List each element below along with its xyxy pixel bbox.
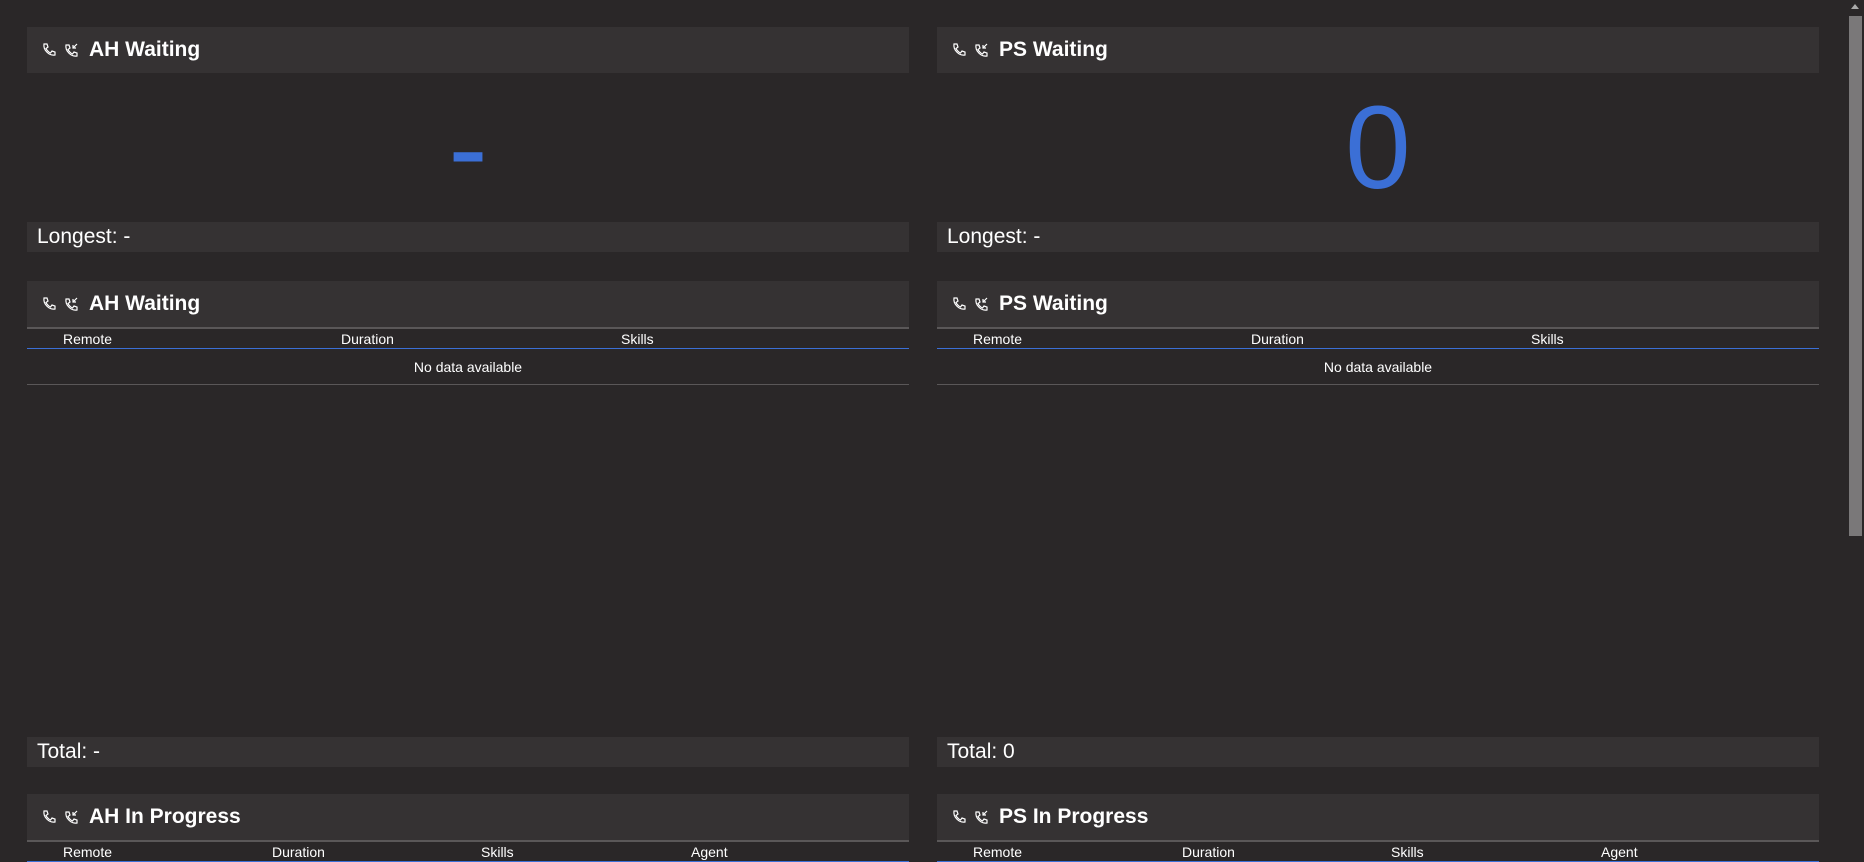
column-header-remote[interactable]: Remote — [63, 331, 112, 347]
column-header-skills[interactable]: Skills — [621, 331, 654, 347]
ah-waiting-stat-panel: AH Waiting - Longest: - — [27, 27, 909, 252]
stat-value: - — [448, 81, 488, 214]
column-header-duration[interactable]: Duration — [341, 331, 394, 347]
column-header-remote[interactable]: Remote — [973, 331, 1022, 347]
panel-title: AH Waiting — [89, 38, 201, 61]
panel-header: PS Waiting — [937, 27, 1819, 73]
column-header-remote[interactable]: Remote — [63, 844, 112, 860]
column-header-skills[interactable]: Skills — [1531, 331, 1564, 347]
phone-icon — [41, 42, 57, 58]
phone-icon — [41, 296, 57, 312]
column-header-remote[interactable]: Remote — [973, 844, 1022, 860]
total-label: Total: - — [27, 737, 909, 767]
panel-title: AH Waiting — [89, 292, 201, 315]
ps-in-progress-panel: PS In Progress Remote Duration Skills Ag… — [937, 794, 1819, 862]
column-header-agent[interactable]: Agent — [1601, 844, 1638, 860]
phone-incoming-icon — [973, 42, 989, 58]
phone-incoming-icon — [63, 296, 79, 312]
table-header: Remote Duration Skills — [27, 327, 909, 349]
column-header-skills[interactable]: Skills — [1391, 844, 1424, 860]
panel-header: AH Waiting — [27, 281, 909, 327]
column-header-duration[interactable]: Duration — [1251, 331, 1304, 347]
panel-title: PS Waiting — [999, 292, 1108, 315]
scrollbar-thumb[interactable] — [1849, 16, 1862, 536]
table-header: Remote Duration Skills Agent — [937, 840, 1819, 862]
phone-icon — [951, 296, 967, 312]
longest-label: Longest: - — [27, 222, 909, 252]
phone-incoming-icon — [973, 296, 989, 312]
phone-icon — [951, 42, 967, 58]
column-header-duration[interactable]: Duration — [272, 844, 325, 860]
phone-icon — [951, 809, 967, 825]
phone-incoming-icon — [63, 42, 79, 58]
ah-waiting-table-panel: AH Waiting Remote Duration Skills No dat… — [27, 281, 909, 767]
panel-title: PS Waiting — [999, 38, 1108, 61]
panel-title: PS In Progress — [999, 805, 1149, 828]
scroll-up-arrow-icon[interactable] — [1851, 4, 1859, 9]
panel-header: PS Waiting — [937, 281, 1819, 327]
ps-waiting-table-panel: PS Waiting Remote Duration Skills No dat… — [937, 281, 1819, 767]
panel-header: AH Waiting — [27, 27, 909, 73]
phone-incoming-icon — [973, 809, 989, 825]
column-header-duration[interactable]: Duration — [1182, 844, 1235, 860]
table-header: Remote Duration Skills — [937, 327, 1819, 349]
ah-in-progress-panel: AH In Progress Remote Duration Skills Ag… — [27, 794, 909, 862]
longest-label: Longest: - — [937, 222, 1819, 252]
ps-waiting-stat-panel: PS Waiting 0 Longest: - — [937, 27, 1819, 252]
column-header-agent[interactable]: Agent — [691, 844, 728, 860]
column-header-skills[interactable]: Skills — [481, 844, 514, 860]
stat-value: 0 — [1345, 81, 1411, 214]
no-data-message: No data available — [937, 349, 1819, 385]
vertical-scrollbar[interactable] — [1846, 0, 1864, 850]
panel-header: PS In Progress — [937, 794, 1819, 840]
panel-title: AH In Progress — [89, 805, 241, 828]
no-data-message: No data available — [27, 349, 909, 385]
table-header: Remote Duration Skills Agent — [27, 840, 909, 862]
total-label: Total: 0 — [937, 737, 1819, 767]
phone-incoming-icon — [63, 809, 79, 825]
panel-header: AH In Progress — [27, 794, 909, 840]
phone-icon — [41, 809, 57, 825]
